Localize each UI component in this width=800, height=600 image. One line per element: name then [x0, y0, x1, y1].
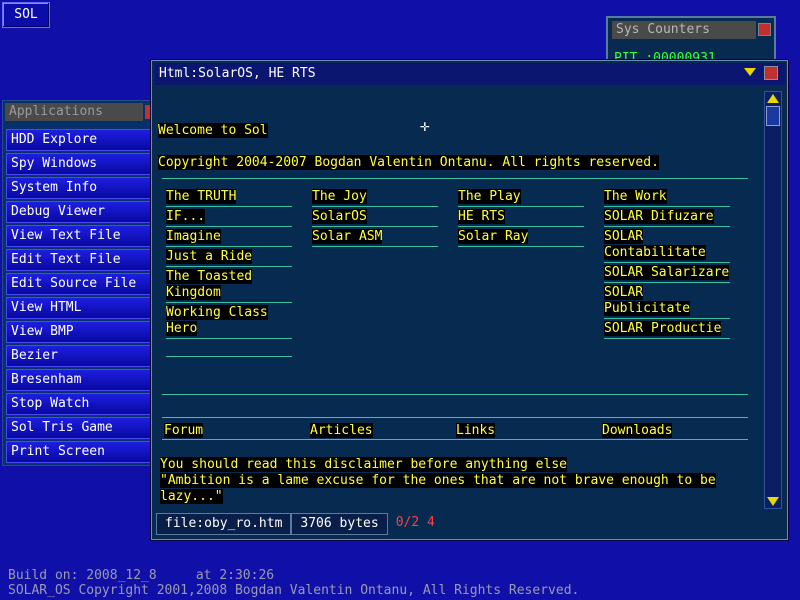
- sys-counters-window: Sys Counters PIT :00000931: [606, 16, 776, 66]
- divider-middle: [162, 394, 748, 395]
- copyright-line: SOLAR_OS Copyright 2001,2008 Bogdan Vale…: [8, 583, 580, 598]
- link-cell[interactable]: SOLAR Publicitate: [604, 283, 730, 319]
- link-cell[interactable]: IF...: [166, 207, 292, 227]
- link-column-truth: The TRUTH IF... Imagine Just a Ride The …: [166, 187, 292, 357]
- scroll-down-arrow-icon[interactable]: [767, 497, 779, 506]
- link-the-truth[interactable]: The TRUTH: [166, 189, 237, 204]
- build-line: Build on: 2008_12_8 at 2:30:26: [8, 568, 275, 583]
- scroll-up-arrow-icon[interactable]: [767, 94, 779, 103]
- link-cell[interactable]: The Play: [458, 187, 584, 207]
- link-the-work[interactable]: The Work: [604, 189, 667, 204]
- applications-list: HDD Explore Spy Windows System Info Debu…: [6, 129, 154, 465]
- app-debug-viewer[interactable]: Debug Viewer: [6, 201, 154, 223]
- sys-counters-title[interactable]: Sys Counters: [612, 21, 756, 39]
- link-the-joy[interactable]: The Joy: [312, 189, 367, 204]
- link-column-joy: The Joy SolarOS Solar ASM: [312, 187, 438, 247]
- build-info: Build on: 2008_12_8 at 2:30:26 SOLAR_OS C…: [8, 568, 579, 598]
- app-system-info[interactable]: System Info: [6, 177, 154, 199]
- app-print-screen[interactable]: Print Screen: [6, 441, 154, 463]
- app-view-text-file[interactable]: View Text File: [6, 225, 154, 247]
- link-column-play: The Play HE RTS Solar Ray: [458, 187, 584, 247]
- nav-bottom-line: [162, 439, 748, 440]
- applications-title[interactable]: Applications: [5, 103, 143, 121]
- link-cell[interactable]: SolarOS: [312, 207, 438, 227]
- app-bresenham[interactable]: Bresenham: [6, 369, 154, 391]
- app-edit-source-file[interactable]: Edit Source File: [6, 273, 154, 295]
- app-sol-tris-game[interactable]: Sol Tris Game: [6, 417, 154, 439]
- link-he-rts[interactable]: HE RTS: [458, 209, 505, 224]
- link-working-class-hero[interactable]: Working Class Hero: [166, 305, 268, 336]
- vertical-scrollbar[interactable]: [764, 91, 782, 509]
- link-cell[interactable]: SOLAR Contabilitate: [604, 227, 730, 263]
- html-viewer-close-icon[interactable]: [764, 66, 778, 80]
- app-view-bmp[interactable]: View BMP: [6, 321, 154, 343]
- link-the-play[interactable]: The Play: [458, 189, 521, 204]
- sol-start-button[interactable]: SOL: [2, 2, 50, 28]
- link-cell[interactable]: The Work: [604, 187, 730, 207]
- disclaimer-link[interactable]: You should read this disclaimer before a…: [160, 457, 567, 472]
- quote-line-1: "Ambition is a lame excuse for the ones …: [160, 473, 716, 488]
- link-if[interactable]: IF...: [166, 209, 206, 224]
- link-cell[interactable]: Imagine: [166, 227, 292, 247]
- link-solar-asm[interactable]: Solar ASM: [312, 229, 383, 244]
- link-solar-difuzare[interactable]: SOLAR Difuzare: [604, 209, 714, 224]
- link-cell[interactable]: HE RTS: [458, 207, 584, 227]
- nav-top-line: [162, 417, 748, 418]
- link-column-work: The Work SOLAR Difuzare SOLAR Contabilit…: [604, 187, 730, 339]
- app-view-html[interactable]: View HTML: [6, 297, 154, 319]
- link-cell[interactable]: Solar ASM: [312, 227, 438, 247]
- nav-downloads-link[interactable]: Downloads: [602, 423, 673, 438]
- link-cell[interactable]: The TRUTH: [166, 187, 292, 207]
- app-spy-windows[interactable]: Spy Windows: [6, 153, 154, 175]
- status-bar: file:oby_ro.htm 3706 bytes 0/2 4: [156, 513, 443, 537]
- status-file: file:oby_ro.htm: [156, 513, 292, 535]
- nav-forum-link[interactable]: Forum: [164, 423, 204, 438]
- link-solar-productie[interactable]: SOLAR Productie: [604, 321, 722, 336]
- link-cell[interactable]: Just a Ride: [166, 247, 292, 267]
- link-cell[interactable]: The Toasted Kingdom: [166, 267, 292, 303]
- applications-window: Applications HDD Explore Spy Windows Sys…: [2, 100, 157, 466]
- app-stop-watch[interactable]: Stop Watch: [6, 393, 154, 415]
- link-cell[interactable]: SOLAR Productie: [604, 319, 730, 339]
- link-cell[interactable]: Working Class Hero: [166, 303, 292, 339]
- sys-counters-close-icon[interactable]: [758, 23, 771, 36]
- status-size: 3706 bytes: [291, 513, 388, 535]
- nav-articles-link[interactable]: Articles: [310, 423, 373, 438]
- divider-top: [162, 178, 748, 179]
- copyright-text: Copyright 2004-2007 Bogdan Valentin Onta…: [158, 155, 659, 170]
- link-cell[interactable]: SOLAR Salarizare: [604, 263, 730, 283]
- link-solar-salarizare[interactable]: SOLAR Salarizare: [604, 265, 730, 280]
- html-viewer-window: Html:SolarOS, HE RTS Welcome to Sol Copy…: [151, 60, 788, 540]
- link-cell[interactable]: The Joy: [312, 187, 438, 207]
- welcome-text: Welcome to Sol: [158, 123, 268, 138]
- html-content-area: Welcome to Sol Copyright 2004-2007 Bogda…: [156, 89, 760, 505]
- mouse-cursor-icon: ✛: [420, 116, 430, 135]
- nav-links-link[interactable]: Links: [456, 423, 496, 438]
- link-imagine[interactable]: Imagine: [166, 229, 221, 244]
- link-just-a-ride[interactable]: Just a Ride: [166, 249, 253, 264]
- app-bezier[interactable]: Bezier: [6, 345, 154, 367]
- link-solar-contabilitate[interactable]: SOLAR Contabilitate: [604, 229, 706, 260]
- link-solar-publicitate[interactable]: SOLAR Publicitate: [604, 285, 691, 316]
- quote-line-2: lazy...": [160, 489, 223, 504]
- scroll-thumb[interactable]: [766, 106, 780, 126]
- status-pages: 0/2 4: [395, 515, 435, 530]
- html-viewer-title[interactable]: Html:SolarOS, HE RTS: [154, 63, 785, 85]
- app-hdd-explore[interactable]: HDD Explore: [6, 129, 154, 151]
- link-solaros[interactable]: SolarOS: [312, 209, 367, 224]
- link-cell[interactable]: Solar Ray: [458, 227, 584, 247]
- empty-cell: [166, 339, 292, 357]
- link-solar-ray[interactable]: Solar Ray: [458, 229, 529, 244]
- link-cell[interactable]: SOLAR Difuzare: [604, 207, 730, 227]
- window-menu-dropdown-icon[interactable]: [744, 68, 756, 76]
- link-the-toasted-kingdom[interactable]: The Toasted Kingdom: [166, 269, 253, 300]
- app-edit-text-file[interactable]: Edit Text File: [6, 249, 154, 271]
